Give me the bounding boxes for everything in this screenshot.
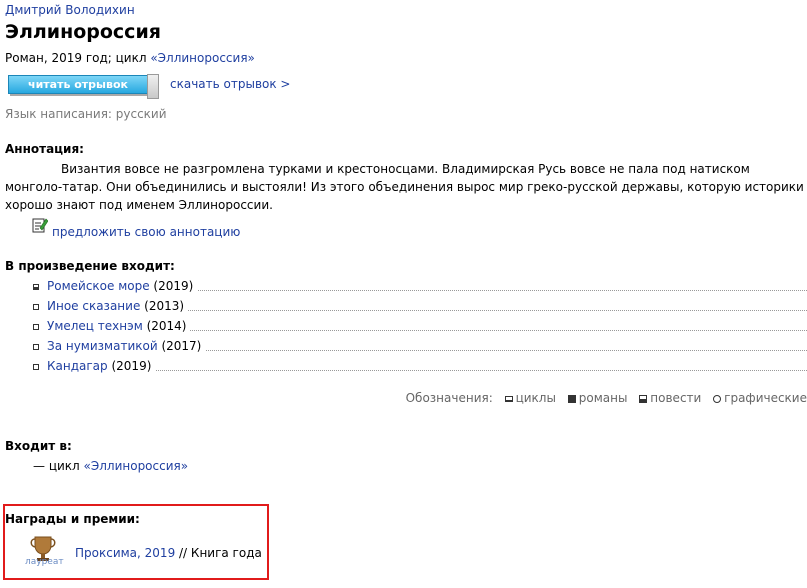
legend-item: повести — [650, 391, 702, 405]
list-item: Умелец технэм (2014) — [33, 319, 807, 335]
work-year: (2013) — [144, 299, 185, 313]
cycle-marker-icon — [504, 395, 513, 402]
list-item: Ромейское море (2019) — [33, 279, 807, 295]
work-year: (2019) — [111, 359, 152, 373]
povest-marker-icon — [33, 284, 39, 290]
work-link[interactable]: Ромейское море — [47, 279, 150, 293]
book-icon — [147, 74, 159, 99]
contains-heading: В произведение входит: — [5, 259, 175, 273]
annotation-heading: Аннотация: — [5, 142, 84, 156]
read-excerpt-button[interactable]: читать отрывок — [8, 74, 159, 99]
work-link[interactable]: Кандагар — [47, 359, 108, 373]
edit-note-icon[interactable] — [32, 216, 48, 234]
legend-item: романы — [578, 391, 628, 405]
povest-marker-icon — [639, 394, 648, 403]
download-excerpt-link[interactable]: скачать отрывок > — [170, 77, 290, 91]
legend-label: Обозначения: — [405, 391, 493, 405]
work-link[interactable]: Умелец технэм — [47, 319, 143, 333]
legend-item: циклы — [515, 391, 556, 405]
rasskaz-marker-icon — [33, 304, 39, 310]
page-title: Эллинороссия — [5, 21, 161, 43]
work-link[interactable]: За нумизматикой — [47, 339, 158, 353]
meta-prefix: Роман, 2019 год; цикл — [5, 51, 151, 65]
read-excerpt-label: читать отрывок — [28, 78, 128, 91]
language-info: Язык написания: русский — [5, 107, 167, 121]
graphic-marker-icon — [713, 394, 722, 403]
book-meta: Роман, 2019 год; цикл «Эллинороссия» — [5, 51, 255, 65]
author-link[interactable]: Дмитрий Володихин — [5, 3, 135, 17]
rasskaz-marker-icon — [33, 324, 39, 330]
rasskaz-marker-icon — [33, 344, 39, 350]
belongs-cycle-link[interactable]: «Эллинороссия» — [84, 459, 189, 473]
belongs-heading: Входит в: — [5, 439, 72, 453]
list-item: За нумизматикой (2017) — [33, 339, 807, 355]
award-link[interactable]: Проксима, 2019 — [75, 546, 175, 560]
belongs-item: — цикл «Эллинороссия» — [33, 459, 188, 473]
award-category: // Книга года — [175, 546, 262, 560]
laureate-badge: лауреат — [25, 557, 64, 567]
novel-marker-icon — [567, 394, 576, 403]
award-entry: Проксима, 2019 // Книга года — [75, 546, 262, 560]
belongs-prefix: — цикл — [33, 459, 84, 473]
list-item: Иное сказание (2013) — [33, 299, 807, 315]
work-year: (2019) — [153, 279, 194, 293]
work-link[interactable]: Иное сказание — [47, 299, 140, 313]
cycle-link[interactable]: «Эллинороссия» — [150, 51, 255, 65]
work-year: (2017) — [161, 339, 202, 353]
suggest-annotation-link[interactable]: предложить свою аннотацию — [52, 225, 240, 239]
rasskaz-marker-icon — [33, 364, 39, 370]
legend-item: графические — [724, 391, 807, 405]
list-item: Кандагар (2019) — [33, 359, 807, 375]
annotation-text: Византия вовсе не разгромлена турками и … — [5, 160, 807, 214]
work-year: (2014) — [146, 319, 187, 333]
annotation-body: Византия вовсе не разгромлена турками и … — [5, 162, 804, 212]
awards-heading: Награды и премии: — [5, 512, 140, 526]
legend: Обозначения: циклы романы повести графич… — [406, 391, 807, 405]
